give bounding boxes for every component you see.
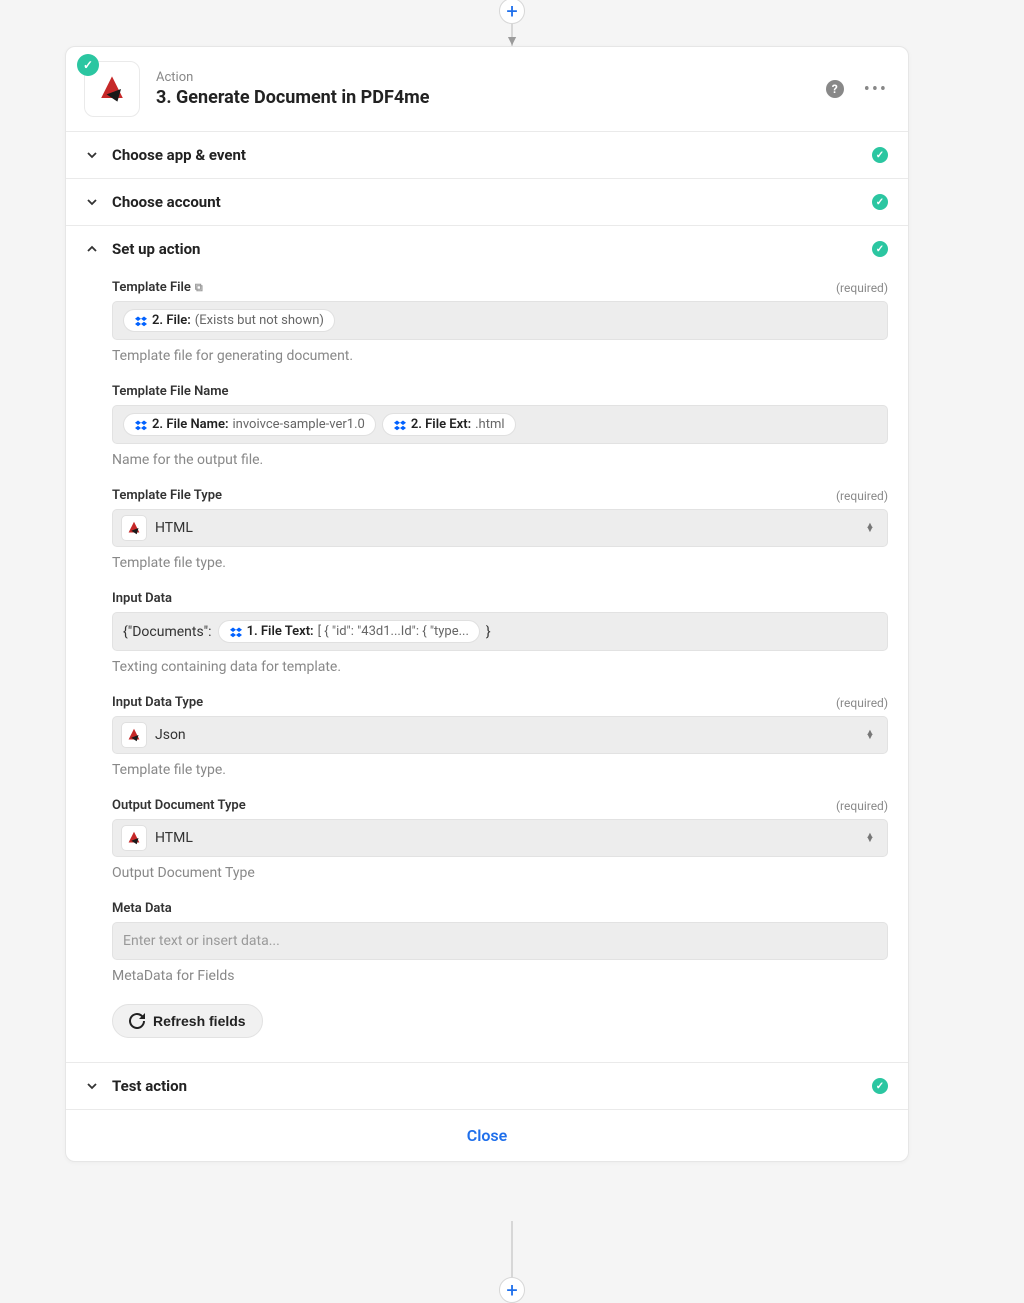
required-label: (required) xyxy=(836,281,888,295)
refresh-icon xyxy=(129,1013,145,1029)
section-body: Template File ⧉ (required) 2. File: (Exi… xyxy=(66,272,908,1062)
refresh-fields-button[interactable]: Refresh fields xyxy=(112,1004,263,1038)
dropbox-icon xyxy=(229,625,243,639)
required-label: (required) xyxy=(836,696,888,710)
add-step-above-button[interactable]: + xyxy=(499,0,525,24)
data-pill[interactable]: 2. File: (Exists but not shown) xyxy=(123,309,335,332)
required-label: (required) xyxy=(836,799,888,813)
field-label: Input Data xyxy=(112,591,172,606)
field-label: Template File ⧉ xyxy=(112,280,203,295)
check-icon: ✓ xyxy=(872,194,888,210)
pdf4me-icon xyxy=(121,515,147,541)
field-label: Template File Name xyxy=(112,384,229,399)
add-step-below-button[interactable]: + xyxy=(499,1277,525,1303)
dropbox-icon xyxy=(134,314,148,328)
raw-text: } xyxy=(486,624,491,640)
sort-icon: ▲▼ xyxy=(861,524,879,533)
header-kicker: Action xyxy=(156,70,826,85)
meta-data-input[interactable]: Enter text or insert data... xyxy=(112,922,888,960)
chevron-up-icon xyxy=(86,243,100,255)
data-pill[interactable]: 1. File Text: [ { "id": "43d1...Id": { "… xyxy=(218,620,480,643)
section-choose-account[interactable]: Choose account ✓ xyxy=(66,179,908,225)
field-help: Name for the output file. xyxy=(112,452,888,468)
more-menu-icon[interactable]: ••• xyxy=(864,79,888,100)
copy-icon[interactable]: ⧉ xyxy=(195,281,203,295)
close-bar: Close xyxy=(66,1110,908,1161)
template-file-name-input[interactable]: 2. File Name: invoivce-sample-ver1.0 2. … xyxy=(112,405,888,444)
section-setup-action[interactable]: Set up action ✓ xyxy=(66,226,908,272)
field-help: Template file type. xyxy=(112,762,888,778)
section-title: Choose account xyxy=(112,193,872,211)
select-value: Json xyxy=(155,727,861,743)
section-test-action[interactable]: Test action ✓ xyxy=(66,1063,908,1109)
section-title: Test action xyxy=(112,1077,872,1095)
field-help: Template file for generating document. xyxy=(112,348,888,364)
check-icon: ✓ xyxy=(872,1078,888,1094)
chevron-down-icon xyxy=(86,196,100,208)
placeholder-text: Enter text or insert data... xyxy=(123,933,280,949)
field-label: Meta Data xyxy=(112,901,172,916)
check-icon: ✓ xyxy=(872,147,888,163)
field-help: MetaData for Fields xyxy=(112,968,888,984)
field-help: Output Document Type xyxy=(112,865,888,881)
chevron-down-icon xyxy=(86,149,100,161)
field-label: Template File Type xyxy=(112,488,222,503)
output-doc-type-select[interactable]: HTML ▲▼ xyxy=(112,819,888,857)
check-icon: ✓ xyxy=(872,241,888,257)
sort-icon: ▲▼ xyxy=(861,834,879,843)
pdf4me-icon xyxy=(121,825,147,851)
dropbox-icon xyxy=(393,418,407,432)
template-file-input[interactable]: 2. File: (Exists but not shown) xyxy=(112,301,888,340)
close-button[interactable]: Close xyxy=(467,1126,508,1145)
required-label: (required) xyxy=(836,489,888,503)
pdf4me-icon xyxy=(94,71,130,107)
card-header: ✓ Action 3. Generate Document in PDF4me … xyxy=(66,47,908,132)
field-help: Template file type. xyxy=(112,555,888,571)
section-choose-app[interactable]: Choose app & event ✓ xyxy=(66,132,908,178)
data-pill[interactable]: 2. File Ext: .html xyxy=(382,413,516,436)
dropbox-icon xyxy=(134,418,148,432)
input-data-input[interactable]: {"Documents": 1. File Text: [ { "id": "4… xyxy=(112,612,888,651)
raw-text: {"Documents": xyxy=(123,624,212,640)
pdf4me-icon xyxy=(121,722,147,748)
data-pill[interactable]: 2. File Name: invoivce-sample-ver1.0 xyxy=(123,413,376,436)
status-check-badge: ✓ xyxy=(77,54,99,76)
field-help: Texting containing data for template. xyxy=(112,659,888,675)
header-title: 3. Generate Document in PDF4me xyxy=(156,87,826,108)
action-card: ✓ Action 3. Generate Document in PDF4me … xyxy=(65,46,909,1162)
chevron-down-icon xyxy=(86,1080,100,1092)
select-value: HTML xyxy=(155,520,861,536)
select-value: HTML xyxy=(155,830,861,846)
section-title: Choose app & event xyxy=(112,146,872,164)
section-title: Set up action xyxy=(112,240,872,258)
input-data-type-select[interactable]: Json ▲▼ xyxy=(112,716,888,754)
sort-icon: ▲▼ xyxy=(861,731,879,740)
field-label: Output Document Type xyxy=(112,798,246,813)
template-file-type-select[interactable]: HTML ▲▼ xyxy=(112,509,888,547)
app-icon-frame: ✓ xyxy=(84,61,140,117)
help-icon[interactable]: ? xyxy=(826,80,844,98)
field-label: Input Data Type xyxy=(112,695,203,710)
